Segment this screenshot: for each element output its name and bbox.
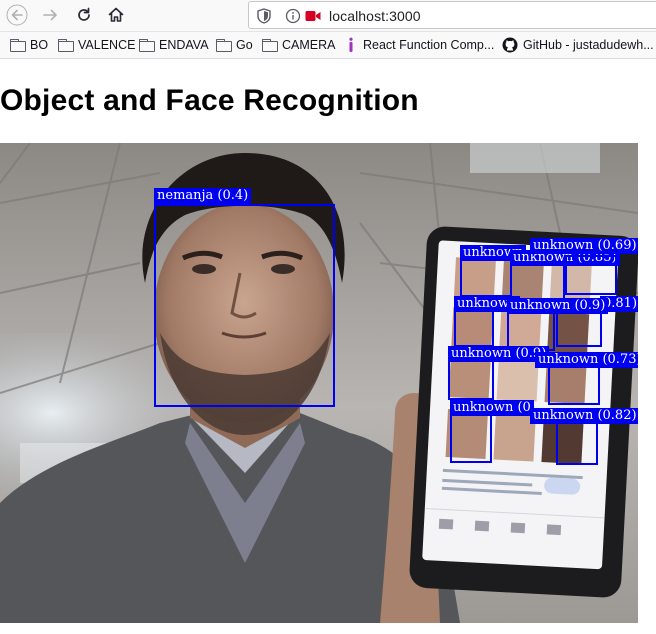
bookmark-label: GitHub - justadudewh... (523, 38, 654, 52)
face-detection-box (450, 411, 492, 463)
bookmark-folder-go[interactable]: Go (216, 36, 253, 54)
github-icon (502, 37, 518, 53)
bookmark-label: BO (30, 38, 49, 52)
site-info-icon[interactable] (285, 8, 301, 24)
back-arrow-icon (6, 4, 28, 26)
folder-icon (262, 39, 278, 52)
forward-arrow-icon (43, 9, 57, 21)
folder-icon (139, 39, 155, 52)
bookmark-folder-camera[interactable]: CAMERA (262, 36, 335, 54)
face-detection-box (548, 363, 600, 405)
folder-icon (58, 39, 74, 52)
back-button[interactable] (4, 3, 30, 27)
reload-button[interactable] (71, 3, 97, 27)
face-detection-label: nemanja (0.4) (154, 188, 252, 204)
bookmark-folder-bo[interactable]: BO (10, 36, 48, 54)
home-button[interactable] (103, 3, 129, 27)
bookmark-folder-endava[interactable]: ENDAVA (139, 36, 209, 54)
face-detection-label: unknown (0.69) (530, 238, 638, 254)
face-detection-label: unknown (0 (450, 400, 534, 416)
face-detection-box (448, 358, 494, 400)
face-detection-box (507, 309, 555, 351)
bookmark-github[interactable]: GitHub - justadudewh... (502, 36, 654, 54)
bookmark-label: Go (236, 38, 253, 52)
home-icon (108, 7, 124, 22)
page-title: Object and Face Recognition (0, 84, 419, 117)
face-detection-label: unknown (0.82) (530, 408, 638, 424)
bookmark-label: React Function Comp... (363, 38, 495, 52)
browser-toolbar: localhost:3000 (0, 0, 656, 32)
bookmark-label: CAMERA (282, 38, 336, 52)
webcam-video-feed: nemanja (0.4) unknown unknown (0.85) unk… (0, 143, 638, 623)
bookmark-label: ENDAVA (159, 38, 209, 52)
face-detection-box (565, 255, 617, 295)
folder-icon (10, 39, 26, 52)
face-detection-box (460, 257, 512, 297)
face-detection-label: unknown (0.73) (535, 352, 638, 368)
face-detection-box (454, 307, 494, 347)
address-bar[interactable]: localhost:3000 (248, 1, 656, 29)
bookmark-label: VALENCE (78, 38, 136, 52)
folder-icon (216, 39, 232, 52)
face-detection-label: unknown (0.9) (507, 298, 609, 314)
bookmarks-bar: BO VALENCE ENDAVA Go CAMERA React Functi… (0, 32, 656, 59)
tracking-shield-icon[interactable] (257, 8, 271, 24)
camera-recording-icon[interactable] (305, 10, 321, 22)
bookmark-folder-valence[interactable]: VALENCE (58, 36, 135, 54)
reload-icon (78, 7, 90, 21)
url-text[interactable]: localhost:3000 (329, 8, 421, 24)
face-detection-box-nemanja (154, 204, 335, 407)
forward-button[interactable] (38, 3, 64, 27)
face-detection-box (556, 419, 598, 465)
react-docs-icon (349, 37, 353, 52)
bookmark-react-function-components[interactable]: React Function Comp... (344, 36, 494, 54)
